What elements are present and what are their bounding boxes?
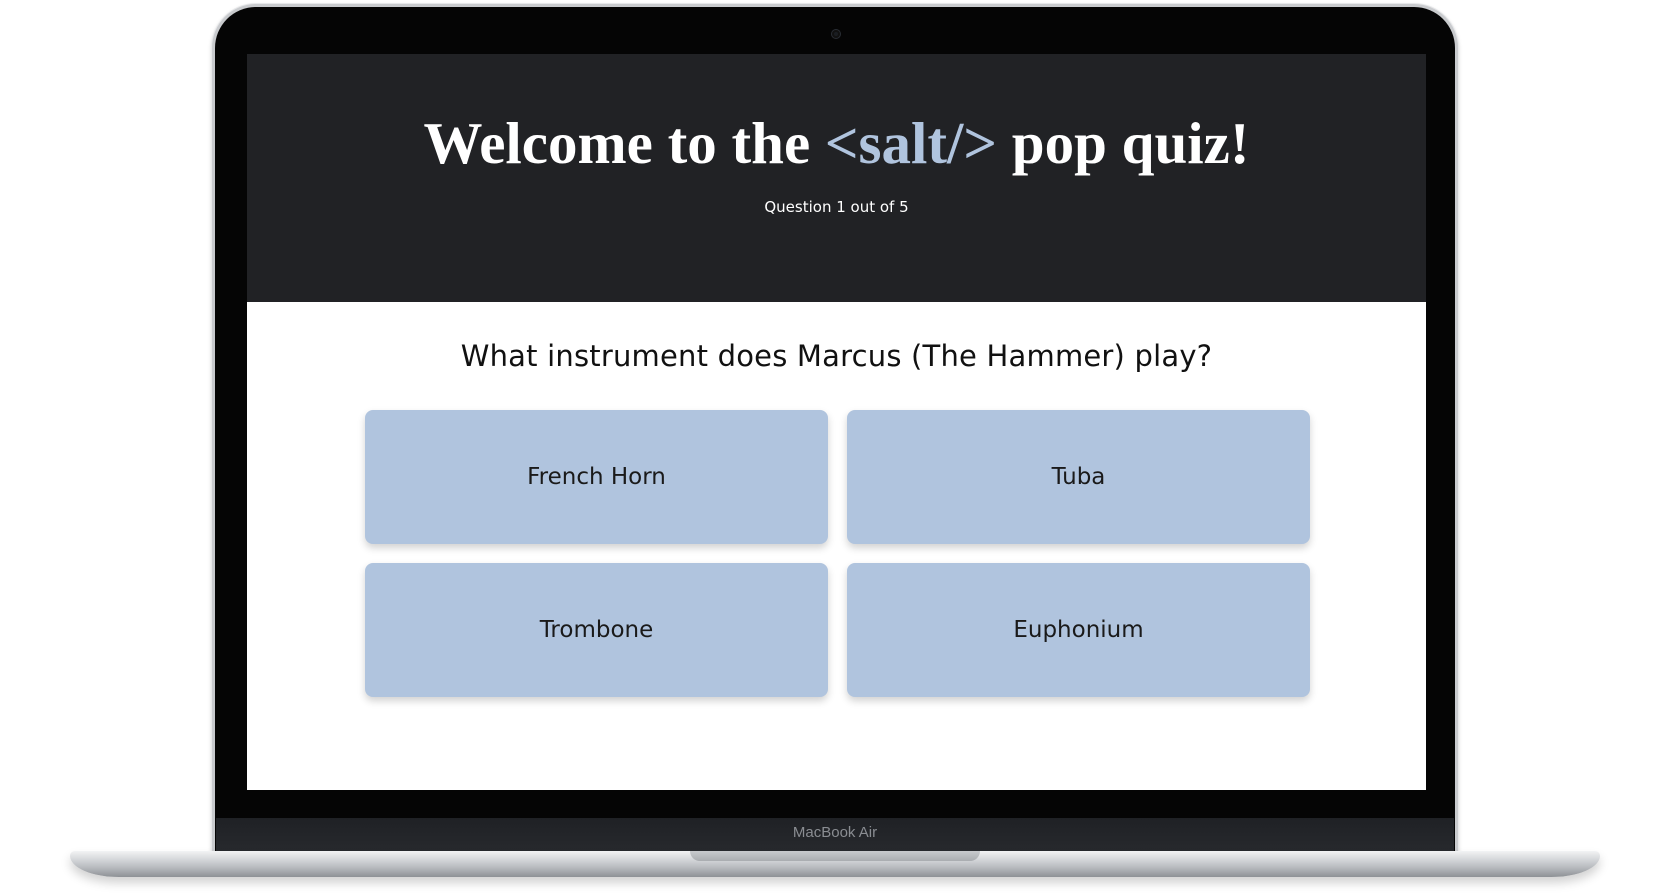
camera-icon bbox=[832, 30, 840, 38]
laptop-model-label: MacBook Air bbox=[792, 824, 878, 841]
page-title: Welcome to the <salt/> pop quiz! bbox=[247, 114, 1426, 173]
answer-button-french-horn[interactable]: French Horn bbox=[365, 410, 828, 544]
answer-button-trombone[interactable]: Trombone bbox=[365, 563, 828, 697]
question-text: What instrument does Marcus (The Hammer)… bbox=[460, 339, 1213, 373]
title-prefix: Welcome to the bbox=[423, 110, 825, 176]
laptop-notch bbox=[690, 851, 980, 861]
answer-label: Tuba bbox=[1051, 464, 1106, 490]
answer-label: Euphonium bbox=[1013, 617, 1144, 643]
answer-label: French Horn bbox=[527, 464, 666, 490]
title-suffix: pop quiz! bbox=[997, 110, 1250, 176]
answer-button-euphonium[interactable]: Euphonium bbox=[847, 563, 1310, 697]
answer-button-tuba[interactable]: Tuba bbox=[847, 410, 1310, 544]
laptop-mockup: MacBook Air Welcome to the <salt/> pop q… bbox=[0, 0, 1666, 895]
answer-label: Trombone bbox=[539, 617, 654, 643]
brand-name: <salt/> bbox=[824, 110, 998, 176]
quiz-header: Welcome to the <salt/> pop quiz! Questio… bbox=[247, 54, 1426, 302]
question-progress: Question 1 out of 5 bbox=[764, 198, 909, 216]
screen: Welcome to the <salt/> pop quiz! Questio… bbox=[247, 54, 1426, 790]
